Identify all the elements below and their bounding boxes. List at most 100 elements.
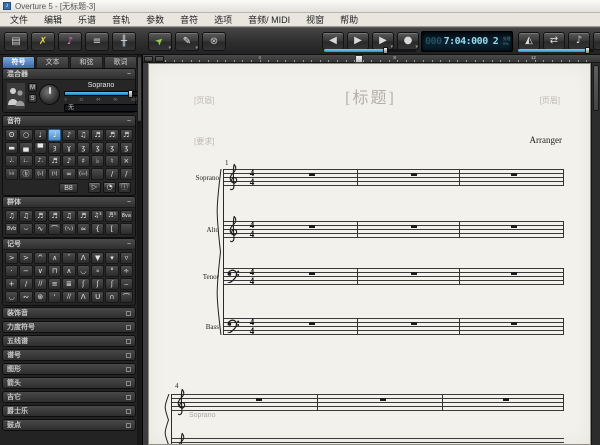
palette-cell-0-3[interactable]: ♬ <box>47 210 62 222</box>
palette-cell-2-3[interactable]: ≡ <box>47 278 62 290</box>
palette-cell-2-0[interactable]: ♩. <box>5 155 19 167</box>
collapsed-panel-0[interactable]: 装饰音 <box>2 307 136 319</box>
palette-cell-0-7[interactable]: ♬³ <box>105 210 119 222</box>
palette-cell-1-1[interactable]: ⌣ <box>19 223 33 235</box>
metronome-button[interactable]: ◭ <box>518 32 540 50</box>
palette-cell-3-8[interactable]: ∕ <box>119 168 133 180</box>
palette-cell-1-4[interactable]: (∿) <box>62 223 76 235</box>
palette-cell-0-8[interactable]: ♬ <box>119 129 133 141</box>
collapse-icon[interactable]: − <box>127 118 131 125</box>
palette-cell-1-1[interactable]: ▄ <box>19 142 33 154</box>
palette-cell-3-3[interactable]: ' <box>47 291 62 303</box>
page-instruction[interactable]: [要求] <box>194 136 214 147</box>
palette-cell-0-7[interactable]: ▾ <box>105 252 119 264</box>
notes-panel-header[interactable]: 音符 − <box>3 116 135 127</box>
tab-2[interactable]: 和弦 <box>70 56 103 68</box>
menu-item-6[interactable]: 选项 <box>206 13 240 27</box>
palette-cell-0-5[interactable]: ♬ <box>76 210 90 222</box>
palette-cell-0-6[interactable]: ♫³ <box>90 210 105 222</box>
record-button[interactable]: ● ▾ <box>397 32 419 50</box>
palette-cell-1-8[interactable]: ʒ <box>119 142 133 154</box>
palette-cell-3-6[interactable]: U <box>90 291 105 303</box>
palette-cell-3-0[interactable]: ◡ <box>5 291 19 303</box>
palette-cell-1-4[interactable]: ɣ <box>62 142 76 154</box>
collapsed-panel-1[interactable]: 力度符号 <box>2 321 136 333</box>
menu-item-0[interactable]: 文件 <box>2 13 36 27</box>
solo-button[interactable]: S <box>28 94 37 103</box>
palette-cell-2-5[interactable]: ʃ <box>76 278 90 290</box>
palette-cell-3-2[interactable]: ⊛ <box>33 291 47 303</box>
palette-cell-3-8[interactable]: ⌒ <box>119 291 133 303</box>
palette-cell-2-6[interactable]: ʃ <box>90 278 105 290</box>
palette-cell-1-6[interactable]: ʒ <box>90 142 105 154</box>
transport-slider[interactable] <box>324 47 416 54</box>
staff-label[interactable]: Soprano <box>153 174 219 182</box>
palette-cell-1-6[interactable]: { <box>90 223 105 235</box>
palette-cell-1-2[interactable]: ∿ <box>33 223 47 235</box>
palette-cell-2-7[interactable]: ♮ <box>105 155 119 167</box>
collapsed-panel-7[interactable]: 爵士乐 <box>2 405 136 417</box>
staff-alto-system2[interactable] <box>171 432 564 444</box>
expand-icon[interactable] <box>126 380 131 386</box>
collapse-icon[interactable]: − <box>127 71 131 78</box>
palette-cell-0-2[interactable]: ^ <box>33 252 47 264</box>
menu-item-4[interactable]: 参数 <box>138 13 172 27</box>
staff-alto[interactable]: 44 <box>223 215 564 243</box>
staff-label[interactable]: Tenor <box>153 273 219 281</box>
staff-bass[interactable]: 44 <box>223 318 564 335</box>
palette-cell-1-8[interactable] <box>119 223 133 235</box>
palette-cell-2-1[interactable]: ♩.. <box>19 155 33 167</box>
palette-cell-1-1[interactable]: − <box>19 265 33 277</box>
palette-cell-1-5[interactable]: ◡ <box>76 265 90 277</box>
collapsed-panel-2[interactable]: 五线谱 <box>2 335 136 347</box>
mixer-panel-header[interactable]: 混合器 − <box>3 69 135 80</box>
palette-cell-1-3[interactable]: ⌒ <box>47 223 62 235</box>
menu-item-2[interactable]: 乐谱 <box>70 13 104 27</box>
palette-cell-1-3[interactable]: ⊓ <box>47 265 62 277</box>
palette-cell-2-8[interactable]: ⌢ <box>119 278 133 290</box>
palette-cell-2-2[interactable]: // <box>33 278 47 290</box>
palette-cell-3-5[interactable]: (♭♭) <box>76 168 90 180</box>
palette-cell-0-0[interactable]: > <box>5 252 19 264</box>
expand-icon[interactable] <box>126 338 131 344</box>
palette-cell-1-0[interactable]: · <box>5 265 19 277</box>
volume-slider[interactable] <box>64 90 139 98</box>
palette-cell-0-7[interactable]: ♬ <box>105 129 119 141</box>
menu-item-1[interactable]: 编辑 <box>36 13 70 27</box>
palette-cell-1-6[interactable]: ∘ <box>90 265 105 277</box>
palette-cell-1-2[interactable]: ∨ <box>33 265 47 277</box>
mute-button[interactable]: M <box>28 83 37 92</box>
palette-cell-2-1[interactable]: / <box>19 278 33 290</box>
palette-cell-3-4[interactable]: ∞ <box>62 168 76 180</box>
palette-cell-0-1[interactable]: ♫ <box>19 210 33 222</box>
collapse-icon[interactable]: − <box>127 199 131 206</box>
palette-cell-1-5[interactable]: ≈ <box>76 223 90 235</box>
staff-label[interactable]: Bass <box>153 323 219 331</box>
info-button[interactable]: ⓘ <box>118 182 131 193</box>
collapsed-panel-3[interactable]: 谱号 <box>2 349 136 361</box>
sidebar-scrollbar[interactable] <box>137 55 142 445</box>
palette-cell-1-7[interactable]: ° <box>105 265 119 277</box>
palette-cell-2-5[interactable]: ♯ <box>76 155 90 167</box>
palette-cell-2-2[interactable]: ♪. <box>33 155 47 167</box>
palette-cell-1-7[interactable]: [ <box>105 223 119 235</box>
page-header-right[interactable]: [页眉] <box>540 95 560 106</box>
rewind-button[interactable]: ◀ <box>322 32 344 50</box>
palette-cell-0-6[interactable]: ▼ <box>90 252 105 264</box>
score-scrollbar[interactable] <box>591 63 600 445</box>
menu-item-9[interactable]: 帮助 <box>332 13 366 27</box>
expand-icon[interactable] <box>126 310 131 316</box>
play-button[interactable]: ▶ <box>347 32 369 50</box>
menu-item-8[interactable]: 视窗 <box>298 13 332 27</box>
collapsed-panel-8[interactable]: 鼓点 <box>2 419 136 431</box>
page-layout-button[interactable]: ▤ <box>4 32 28 51</box>
palette-cell-1-8[interactable]: ÷ <box>119 265 133 277</box>
palette-cell-1-5[interactable]: ʒ <box>76 142 90 154</box>
expand-icon[interactable] <box>126 394 131 400</box>
palette-cell-1-3[interactable]: ȝ <box>47 142 62 154</box>
page-title[interactable]: [标题] <box>149 84 590 108</box>
mixer-window-button[interactable]: ╫ <box>112 32 136 51</box>
tempo-slider[interactable] <box>518 47 594 54</box>
palette-cell-3-7[interactable]: ∩ <box>105 291 119 303</box>
menu-item-5[interactable]: 音符 <box>172 13 206 27</box>
